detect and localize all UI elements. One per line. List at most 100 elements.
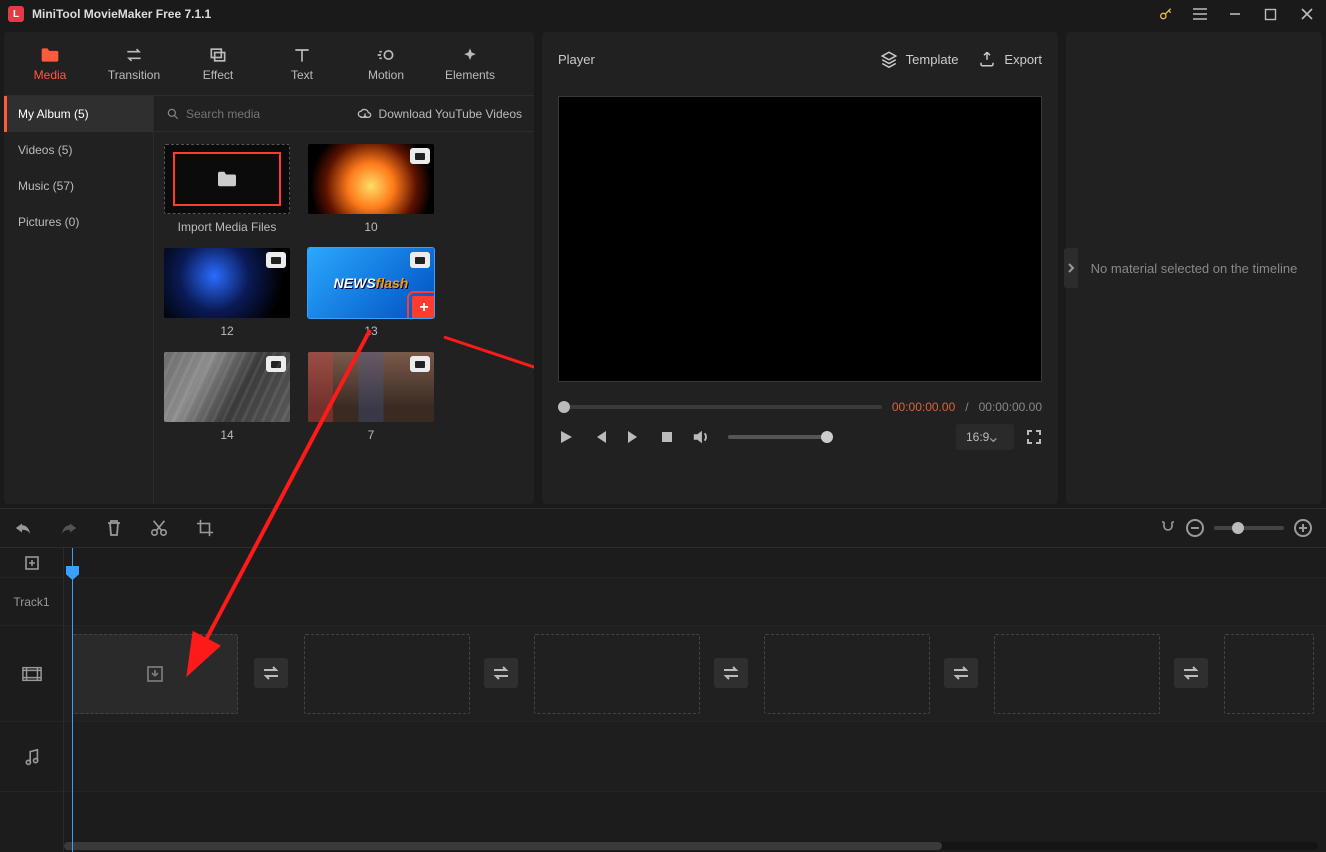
add-to-timeline-button[interactable]: + xyxy=(412,296,434,318)
tab-transition[interactable]: Transition xyxy=(96,46,172,82)
swap-icon xyxy=(124,46,144,64)
timeline-drop-slot[interactable] xyxy=(534,634,700,714)
search-icon xyxy=(166,107,180,121)
transition-slot[interactable] xyxy=(1174,658,1208,688)
sidebar-item-myalbum[interactable]: My Album (5) xyxy=(4,96,153,132)
media-item[interactable]: 14 xyxy=(164,352,290,442)
snap-button[interactable] xyxy=(1160,520,1176,536)
properties-panel: No material selected on the timeline xyxy=(1066,32,1322,504)
export-button[interactable]: Export xyxy=(978,50,1042,68)
search-input[interactable] xyxy=(186,107,306,121)
tab-label: Text xyxy=(291,68,313,82)
sidebar-item-label: Music (57) xyxy=(18,179,74,193)
media-item-label: 12 xyxy=(220,324,233,338)
volume-button[interactable] xyxy=(692,429,710,445)
timeline-panel: Track1 xyxy=(0,508,1326,852)
media-item-label: 10 xyxy=(364,220,377,234)
app-logo xyxy=(8,6,24,22)
titlebar: MiniTool MovieMaker Free 7.1.1 xyxy=(0,0,1326,28)
timeline-drop-slot[interactable] xyxy=(994,634,1160,714)
volume-slider[interactable] xyxy=(728,435,828,439)
video-badge-icon xyxy=(266,356,286,372)
crop-button[interactable] xyxy=(196,519,214,537)
search-media[interactable] xyxy=(166,107,347,121)
key-icon[interactable] xyxy=(1158,6,1174,22)
timeline-hscroll[interactable] xyxy=(64,842,1318,850)
export-label: Export xyxy=(1004,52,1042,67)
layers-icon xyxy=(208,46,228,64)
transition-slot[interactable] xyxy=(484,658,518,688)
sidebar-item-label: Videos (5) xyxy=(18,143,72,157)
scrub-bar[interactable] xyxy=(558,405,882,409)
tab-text[interactable]: Text xyxy=(264,46,340,82)
fullscreen-button[interactable] xyxy=(1026,429,1042,445)
add-track-button[interactable] xyxy=(0,548,63,578)
media-grid: Import Media Files 10 12 xyxy=(154,132,534,504)
sidebar-item-label: My Album (5) xyxy=(18,107,89,121)
prev-frame-button[interactable] xyxy=(592,429,608,445)
template-label: Template xyxy=(906,52,959,67)
transition-slot[interactable] xyxy=(714,658,748,688)
import-label: Import Media Files xyxy=(178,220,277,234)
tab-label: Elements xyxy=(445,68,495,82)
tab-label: Transition xyxy=(108,68,160,82)
next-frame-button[interactable] xyxy=(626,429,642,445)
tab-media[interactable]: Media xyxy=(12,46,88,82)
video-preview[interactable] xyxy=(558,96,1042,382)
folder-icon xyxy=(40,46,60,64)
tab-motion[interactable]: Motion xyxy=(348,46,424,82)
timeline-drop-slot[interactable] xyxy=(764,634,930,714)
template-button[interactable]: Template xyxy=(880,50,959,68)
playhead[interactable] xyxy=(72,548,73,852)
video-badge-icon xyxy=(410,148,430,164)
delete-button[interactable] xyxy=(106,519,122,537)
media-item[interactable]: 12 xyxy=(164,248,290,338)
media-sidebar: My Album (5) Videos (5) Music (57) Pictu… xyxy=(4,96,154,504)
video-track[interactable] xyxy=(64,626,1326,722)
tab-elements[interactable]: Elements xyxy=(432,46,508,82)
split-button[interactable] xyxy=(150,519,168,537)
media-item-selected[interactable]: NEWSflash + 13 xyxy=(308,248,434,338)
aspect-ratio-select[interactable]: 16:9 xyxy=(956,424,1014,450)
media-item[interactable]: 7 xyxy=(308,352,434,442)
time-total: 00:00:00.00 xyxy=(979,400,1042,414)
import-media-tile[interactable]: Import Media Files xyxy=(164,144,290,234)
redo-button[interactable] xyxy=(60,520,78,536)
timeline-tracks[interactable] xyxy=(64,548,1326,852)
sparkle-icon xyxy=(460,46,480,64)
media-item[interactable]: 10 xyxy=(308,144,434,234)
timeline-ruler[interactable] xyxy=(64,548,1326,578)
timeline-drop-slot[interactable] xyxy=(304,634,470,714)
stop-button[interactable] xyxy=(660,430,674,444)
video-badge-icon xyxy=(410,356,430,372)
video-badge-icon xyxy=(266,252,286,268)
tab-label: Media xyxy=(34,68,67,82)
menu-icon[interactable] xyxy=(1192,7,1210,21)
undo-button[interactable] xyxy=(14,520,32,536)
sidebar-item-videos[interactable]: Videos (5) xyxy=(4,132,153,168)
transition-slot[interactable] xyxy=(944,658,978,688)
play-button[interactable] xyxy=(558,429,574,445)
download-youtube-link[interactable]: Download YouTube Videos xyxy=(357,107,522,121)
window-maximize[interactable] xyxy=(1264,8,1282,21)
time-sep: / xyxy=(965,400,968,414)
time-current: 00:00:00.00 xyxy=(892,400,955,414)
window-close[interactable] xyxy=(1300,7,1318,21)
sidebar-item-music[interactable]: Music (57) xyxy=(4,168,153,204)
tab-effect[interactable]: Effect xyxy=(180,46,256,82)
audio-track[interactable] xyxy=(64,722,1326,792)
player-panel: Player Template Export 00:00:00.00 / 0 xyxy=(542,32,1058,504)
sidebar-item-pictures[interactable]: Pictures (0) xyxy=(4,204,153,240)
timeline-drop-slot[interactable] xyxy=(1224,634,1314,714)
timeline-drop-slot[interactable] xyxy=(72,634,238,714)
video-badge-icon xyxy=(410,252,430,268)
zoom-slider[interactable] xyxy=(1214,526,1284,530)
tab-label: Motion xyxy=(368,68,404,82)
media-item-label: 14 xyxy=(220,428,233,442)
zoom-in-button[interactable] xyxy=(1294,519,1312,537)
window-minimize[interactable] xyxy=(1228,7,1246,21)
transition-slot[interactable] xyxy=(254,658,288,688)
zoom-out-button[interactable] xyxy=(1186,519,1204,537)
collapse-properties-button[interactable] xyxy=(1064,248,1078,288)
video-track-icon xyxy=(0,626,63,722)
